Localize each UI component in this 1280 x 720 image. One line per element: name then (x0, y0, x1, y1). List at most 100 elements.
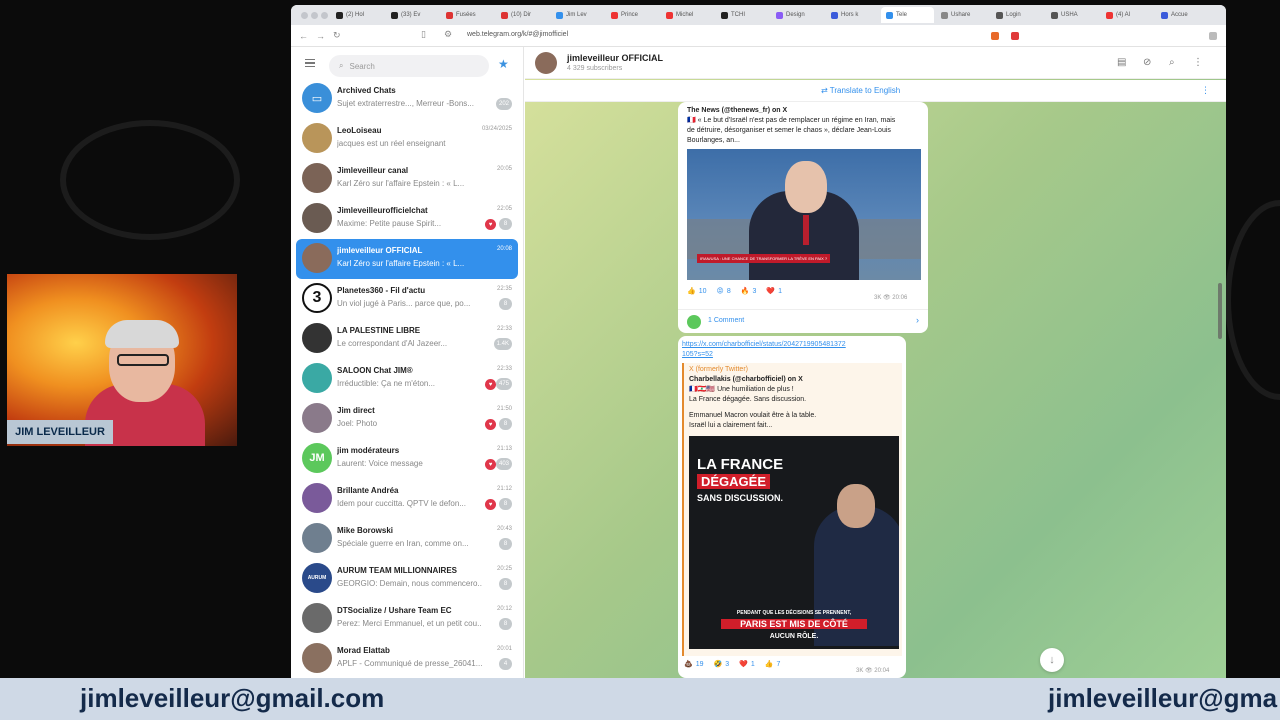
browser-tab[interactable]: Ushare (936, 7, 989, 23)
reload-icon[interactable]: ↻ (333, 30, 341, 41)
chat-list-item[interactable]: LeoLoiseau jacques est un réel enseignant… (296, 119, 518, 159)
reaction-chip[interactable]: 🤣 3 (714, 660, 730, 669)
post-views-time: 3K 👁 20:06 (874, 295, 908, 301)
preview-text-line: La France dégagée. Sans discussion. (689, 396, 807, 403)
chat-scrollbar[interactable] (1218, 283, 1222, 339)
warning-icon[interactable] (1011, 32, 1019, 40)
reaction-chip[interactable]: 👍 10 (687, 287, 707, 296)
post-video-thumbnail[interactable]: IRAN/USA : UNE CHANCE DE TRANSFORMER LA … (687, 149, 921, 280)
browser-tab[interactable]: Jim Lev (551, 7, 604, 23)
chat-last-message: Laurent: Voice message (337, 459, 423, 468)
chat-list-item[interactable]: Jimleveilleur canal Karl Zéro sur l'affai… (296, 159, 518, 199)
discussion-icon[interactable]: ▤ (1117, 57, 1126, 68)
browser-tab[interactable]: Hors k (826, 7, 879, 23)
browser-tab[interactable]: Prince (606, 7, 659, 23)
chat-list-item[interactable]: Jim direct Joel: Photo 21:50 8 ♥ (296, 399, 518, 439)
browser-tab[interactable]: TCHI (716, 7, 769, 23)
tab-label: Prince (621, 12, 639, 18)
mute-icon[interactable]: ⊘ (1143, 57, 1151, 68)
browser-tab[interactable]: (10) Dir (496, 7, 549, 23)
chat-list-item[interactable]: JM jim modérateurs Laurent: Voice message 2… (296, 439, 518, 479)
reaction-emoji-icon: 👍 (687, 288, 696, 295)
chat-last-message: Spéciale guerre en Iran, comme on... (337, 539, 469, 548)
comments-link[interactable]: 1 Comment › (678, 309, 928, 333)
reaction-count: 1 (778, 287, 782, 295)
url-field[interactable]: web.telegram.org/k/#@jimofficiel (467, 31, 568, 38)
link-preview[interactable]: X (formerly Twitter) Charbellakis (@char… (682, 363, 902, 656)
reaction-chip[interactable]: 😡 8 (716, 287, 731, 296)
browser-tab[interactable]: Design (771, 7, 824, 23)
menu-icon[interactable] (1209, 32, 1217, 40)
chat-list-item[interactable]: Jimleveilleurofficielchat Maxime: Petite … (296, 199, 518, 239)
translate-more-icon[interactable]: ⋮ (1201, 85, 1210, 96)
browser-tab[interactable]: (2) Hol (331, 7, 384, 23)
browser-tab[interactable]: (33) Ev (386, 7, 439, 23)
channel-title[interactable]: jimleveilleur OFFICIAL (567, 53, 663, 63)
background-doodle (1225, 200, 1280, 400)
presenter-name-label: JIM LEVEILLEUR (7, 420, 113, 444)
browser-tab[interactable]: Login (991, 7, 1044, 23)
translate-button[interactable]: ⇄ Translate to English (821, 86, 900, 95)
chat-list-item[interactable]: AURUM AURUM TEAM MILLIONNAIRES GEORGIO: De… (296, 559, 518, 599)
chat-time: 20:25 (496, 566, 512, 572)
chat-last-message: Le correspondant d'Al Jazeer... (337, 339, 448, 348)
tab-favicon-icon (1106, 11, 1113, 19)
star-icon[interactable]: ★ (498, 57, 509, 71)
site-info-icon[interactable]: ⚙ (444, 29, 452, 40)
heart-icon: ♥ (485, 419, 496, 430)
reaction-chip[interactable]: ❤️ 1 (739, 660, 755, 669)
chat-list-item[interactable]: Brillante Andréa Idem pour cuccitta. QPTV… (296, 479, 518, 519)
reaction-chip[interactable]: 💩 19 (684, 660, 704, 669)
shield-icon[interactable] (991, 32, 999, 40)
forward-icon[interactable]: → (316, 31, 325, 41)
chat-name: LA PALESTINE LIBRE (337, 326, 421, 335)
message-post: https://x.com/charbofficiel/status/20427… (678, 336, 906, 678)
hamburger-menu-icon[interactable] (305, 59, 315, 67)
chat-list-item[interactable]: Morad Elattab APLF - Communiqué de presse… (296, 639, 518, 678)
chat-list-item[interactable]: SALOON Chat JIM® Irréductible: Ça ne m'ét… (296, 359, 518, 399)
post-views-time: 3K 👁 20:04 (856, 668, 890, 674)
reaction-chip[interactable]: 🔥 3 (741, 287, 757, 296)
search-placeholder: Search (349, 61, 375, 71)
chat-time: 21:12 (496, 486, 512, 492)
browser-tab[interactable]: (4) Al (1101, 7, 1154, 23)
chat-list-item[interactable]: 3 Planetes360 - Fil d'actu Un viol jugé à … (296, 279, 518, 319)
reactions-bar: 👍 10 😡 8 🔥 3 ❤️ 1 (687, 287, 782, 296)
search-input[interactable]: ⌕ Search (329, 55, 489, 77)
reaction-emoji-icon: 😡 (716, 288, 724, 295)
chat-list-item[interactable]: ▭ Archived Chats Sujet extraterrestre..., … (296, 79, 518, 119)
post-link[interactable]: 105?s=52 (682, 350, 713, 360)
bookmark-icon[interactable]: ▯ (421, 29, 426, 40)
browser-tab[interactable]: Fusées (441, 7, 494, 23)
channel-avatar[interactable] (535, 52, 557, 74)
window-control-minimize[interactable] (311, 12, 318, 19)
chat-list-item[interactable]: Mike Borowski Spéciale guerre en Iran, co… (296, 519, 518, 559)
search-icon[interactable]: ⌕ (1169, 57, 1175, 68)
back-icon[interactable]: ← (299, 31, 308, 41)
chat-time: 20:12 (496, 606, 512, 612)
chat-avatar (302, 643, 332, 673)
chat-name: DTSocialize / Ushare Team EC (337, 606, 452, 615)
translate-bar: ⇄ Translate to English ⋮ (525, 80, 1226, 102)
reaction-chip[interactable]: ❤️ 1 (766, 287, 782, 296)
chat-list-item[interactable]: LA PALESTINE LIBRE Le correspondant d'Al … (296, 319, 518, 359)
scroll-down-button[interactable]: ↓ (1040, 648, 1064, 672)
chat-list-item[interactable]: DTSocialize / Ushare Team EC Perez: Merci… (296, 599, 518, 639)
chat-time: 20:01 (496, 646, 512, 652)
chat-last-message: GEORGIO: Demain, nous commencero... (337, 579, 482, 588)
tab-label: Login (1006, 12, 1021, 18)
window-control-maximize[interactable] (321, 12, 328, 19)
reaction-chip[interactable]: 👍 7 (764, 660, 781, 669)
chat-list-item[interactable]: jimleveilleur OFFICIAL Karl Zéro sur l'af… (296, 239, 518, 279)
more-icon[interactable]: ⋮ (1193, 57, 1203, 68)
post-link[interactable]: https://x.com/charbofficiel/status/20427… (682, 340, 846, 350)
browser-tab[interactable]: USHA (1046, 7, 1099, 23)
reaction-emoji-icon: 👍 (764, 661, 774, 668)
preview-site: X (formerly Twitter) (689, 366, 748, 373)
browser-tab[interactable]: Michel (661, 7, 714, 23)
heart-icon: ♥ (485, 459, 496, 470)
window-control-close[interactable] (301, 12, 308, 19)
browser-tab[interactable]: Accue (1156, 7, 1209, 23)
browser-tab[interactable]: Tele (881, 7, 934, 23)
heart-icon: ♥ (485, 379, 496, 390)
